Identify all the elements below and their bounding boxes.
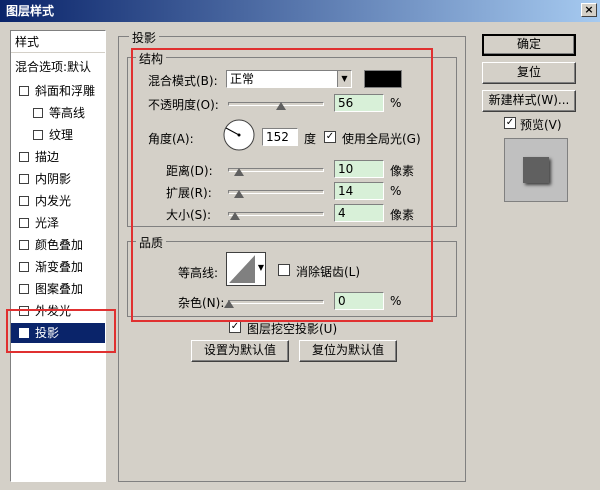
knockout-label[interactable]: 图层挖空投影(U) <box>247 320 337 337</box>
sidebar-item-checkbox[interactable] <box>19 86 29 96</box>
sidebar-item[interactable]: 内阴影 <box>11 169 105 189</box>
style-list-header[interactable]: 样式 <box>11 31 105 53</box>
close-icon: × <box>584 3 594 16</box>
sidebar-item[interactable]: 光泽 <box>11 213 105 233</box>
sidebar-item-label: 描边 <box>35 150 60 164</box>
sidebar-item[interactable]: 渐变叠加 <box>11 257 105 277</box>
style-preview <box>504 138 568 202</box>
preview-checkbox[interactable]: ✓ <box>504 117 516 129</box>
ok-button[interactable]: 确定 <box>482 34 576 56</box>
reset-button[interactable]: 复位 <box>482 62 576 84</box>
sidebar-item-label: 内阴影 <box>35 172 72 186</box>
sidebar-item-checkbox[interactable] <box>19 240 29 250</box>
sidebar-item-checkbox[interactable] <box>19 218 29 228</box>
sidebar-item-checkbox[interactable] <box>33 130 43 140</box>
sidebar-item[interactable]: 内发光 <box>11 191 105 211</box>
sidebar-item-label: 混合选项:默认 <box>15 60 92 74</box>
sidebar-item-checkbox[interactable] <box>19 284 29 294</box>
style-list: 样式 混合选项:默认斜面和浮雕等高线纹理描边内阴影内发光光泽颜色叠加渐变叠加图案… <box>10 30 106 482</box>
window-title: 图层样式 <box>6 4 55 18</box>
sidebar-item[interactable]: 混合选项:默认 <box>11 57 105 77</box>
checkmark-icon: ✓ <box>230 321 240 332</box>
sidebar-item-label: 纹理 <box>49 128 74 142</box>
sidebar-item-label: 图案叠加 <box>35 282 84 296</box>
preview-label[interactable]: 预览(V) <box>520 116 562 133</box>
new-style-button[interactable]: 新建样式(W)... <box>482 90 576 112</box>
sidebar-item-checkbox[interactable] <box>19 196 29 206</box>
checkmark-icon: ✓ <box>505 117 515 128</box>
close-button[interactable]: × <box>581 3 597 17</box>
sidebar-item-checkbox[interactable] <box>19 262 29 272</box>
sidebar-item-checkbox[interactable] <box>19 174 29 184</box>
sidebar-item-label: 内发光 <box>35 194 72 208</box>
title-bar: 图层样式 × <box>0 0 600 22</box>
sidebar-item-label: 斜面和浮雕 <box>35 84 96 98</box>
sidebar-item-label: 颜色叠加 <box>35 238 84 252</box>
make-default-button[interactable]: 设置为默认值 <box>191 340 289 362</box>
sidebar-item-checkbox[interactable] <box>33 108 43 118</box>
sidebar-item-label: 渐变叠加 <box>35 260 84 274</box>
drop-shadow-title: 投影 <box>129 29 160 46</box>
sidebar-item-label: 等高线 <box>49 106 86 120</box>
sidebar-item-label: 光泽 <box>35 216 60 230</box>
sidebar-item-checkbox[interactable] <box>19 152 29 162</box>
sidebar-item[interactable]: 描边 <box>11 147 105 167</box>
reset-default-button[interactable]: 复位为默认值 <box>299 340 397 362</box>
sidebar-item[interactable]: 等高线 <box>11 103 105 123</box>
sidebar-item[interactable]: 图案叠加 <box>11 279 105 299</box>
sidebar-item[interactable]: 纹理 <box>11 125 105 145</box>
annotation-box-drop-shadow <box>6 309 116 353</box>
annotation-box-settings <box>131 48 433 322</box>
preview-swatch <box>523 157 549 183</box>
sidebar-item[interactable]: 斜面和浮雕 <box>11 81 105 101</box>
knockout-checkbox[interactable]: ✓ <box>229 321 241 333</box>
sidebar-item[interactable]: 颜色叠加 <box>11 235 105 255</box>
